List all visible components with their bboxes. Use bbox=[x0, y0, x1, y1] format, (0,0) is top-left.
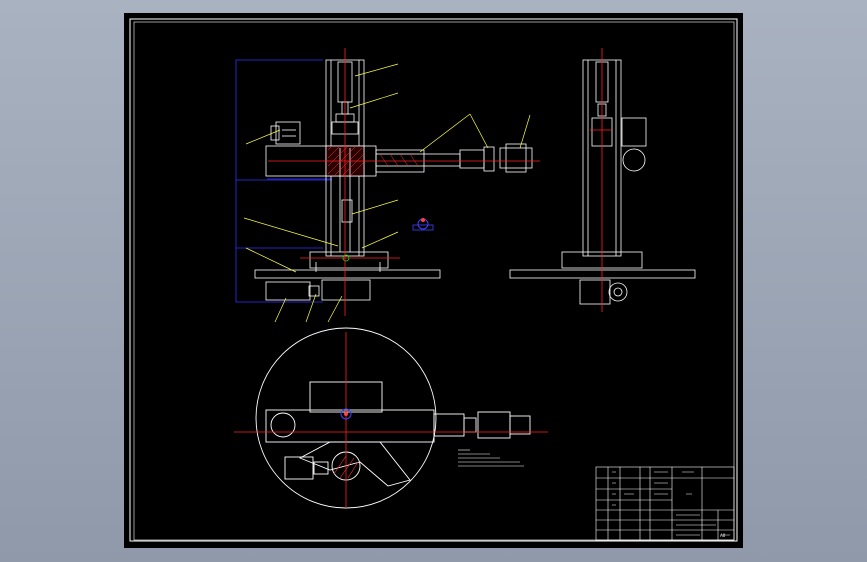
cad-viewport[interactable]: A0 bbox=[0, 0, 867, 562]
cad-drawing-canvas[interactable] bbox=[0, 0, 867, 562]
sheet-size-label: A0 bbox=[720, 533, 726, 538]
